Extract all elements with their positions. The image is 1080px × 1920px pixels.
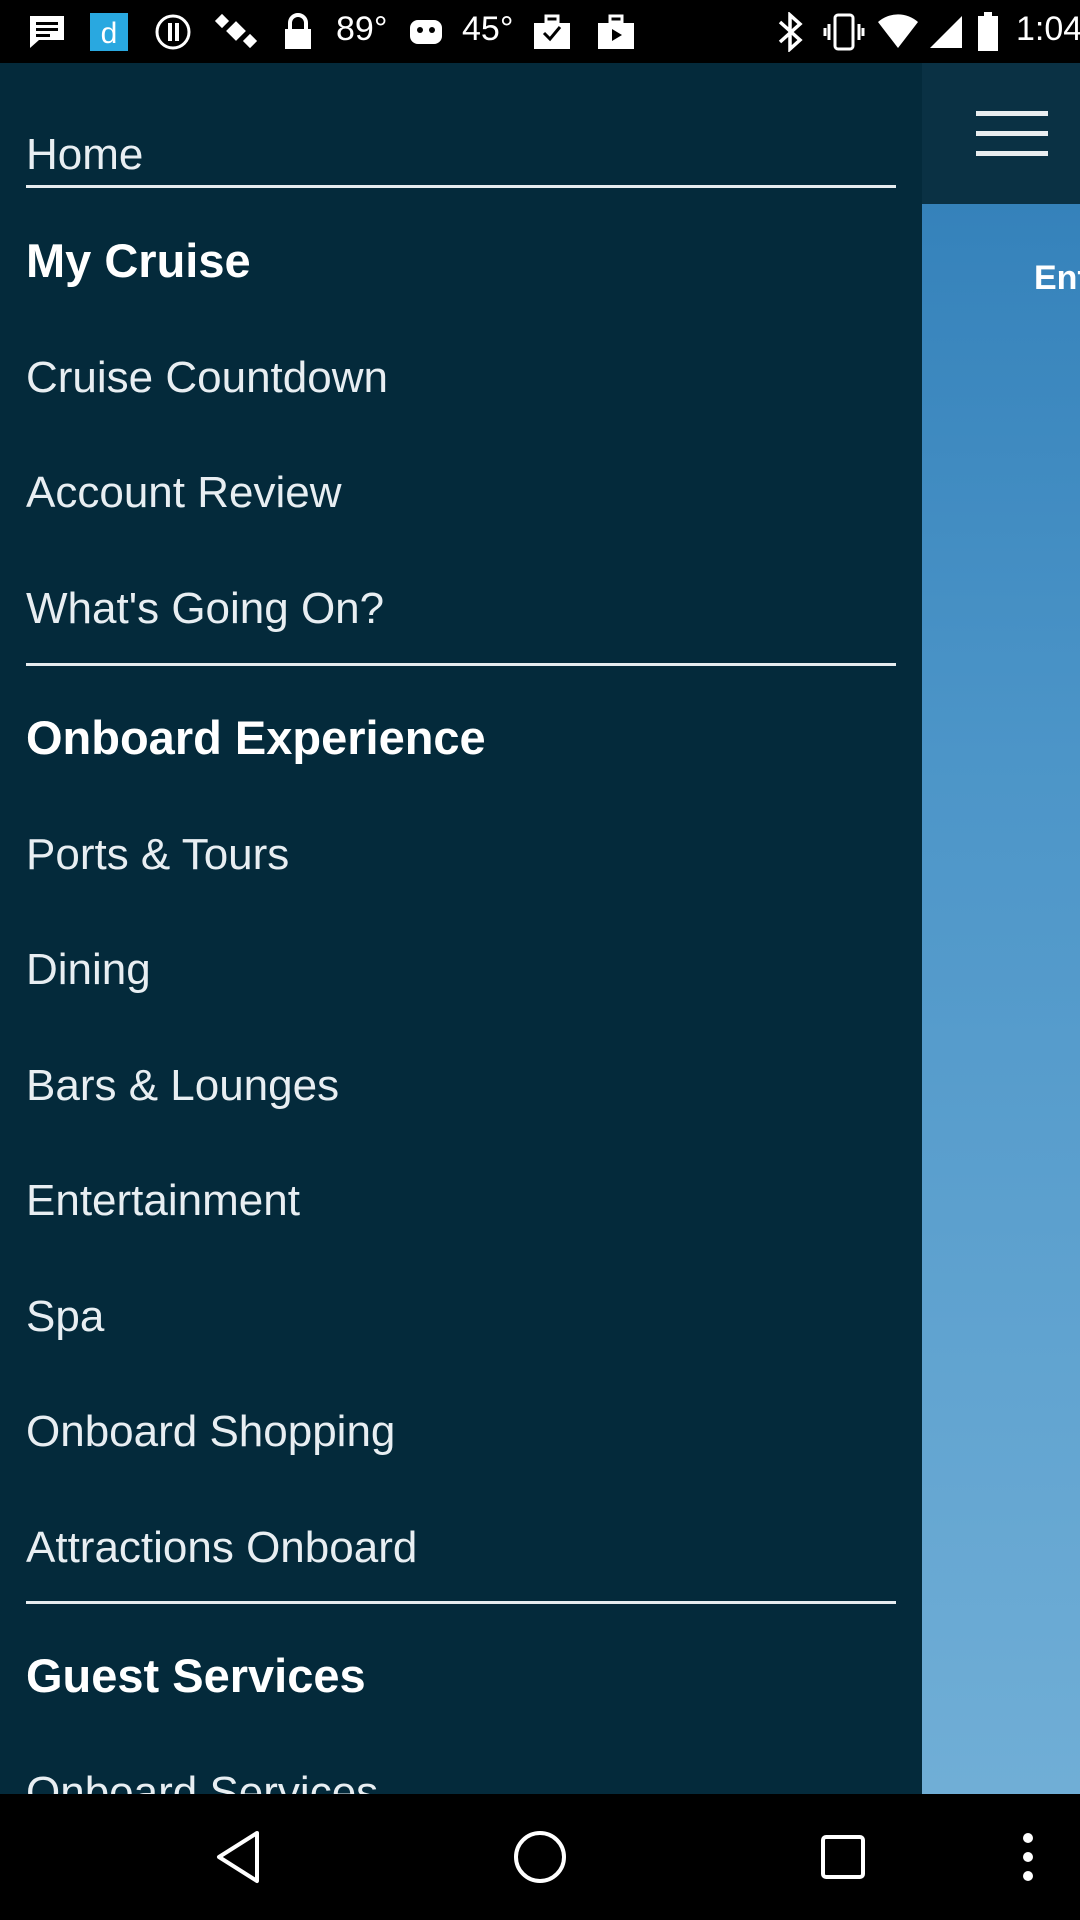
menu-item-home[interactable]: Home	[26, 125, 896, 185]
app-content-peek[interactable]	[922, 63, 1080, 1794]
signal-icon	[926, 12, 966, 52]
menu-item-whats-going-on[interactable]: What's Going On?	[26, 579, 896, 639]
hamburger-menu-icon[interactable]	[972, 103, 1052, 165]
weather-icon	[404, 12, 448, 52]
menu-item-entertainment[interactable]: Entertainment	[26, 1171, 896, 1231]
menu-item-cruise-countdown[interactable]: Cruise Countdown	[26, 348, 896, 408]
menu-item-dining[interactable]: Dining	[26, 940, 896, 1000]
menu-item-ports-tours[interactable]: Ports & Tours	[26, 825, 896, 885]
menu-item-spa[interactable]: Spa	[26, 1287, 896, 1347]
svg-text:d: d	[101, 17, 118, 50]
wifi-icon	[876, 12, 920, 52]
clock: 1:04	[1016, 10, 1080, 48]
menu-item-attractions-onboard[interactable]: Attractions Onboard	[26, 1518, 896, 1578]
more-options-icon[interactable]	[1000, 1827, 1056, 1887]
divider	[26, 663, 896, 666]
battery-icon	[976, 12, 1000, 52]
back-icon[interactable]	[208, 1827, 268, 1887]
bluetooth-icon	[772, 12, 808, 52]
menu-item-bars-lounges[interactable]: Bars & Lounges	[26, 1056, 896, 1116]
check-bag-icon	[530, 12, 574, 52]
navigation-drawer: Home My Cruise Cruise Countdown Account …	[0, 63, 922, 1794]
vibrate-icon	[822, 12, 866, 52]
section-header-onboard-experience: Onboard Experience	[26, 711, 486, 764]
lock-icon	[280, 12, 316, 52]
temperature-1: 89°	[336, 10, 388, 48]
briefcase-icon	[594, 12, 638, 52]
menu-item-account-review[interactable]: Account Review	[26, 463, 896, 523]
app-area: Ent Home My Cruise Cruise Countdown Acco…	[0, 63, 1080, 1794]
divider	[26, 1601, 896, 1604]
home-icon[interactable]	[510, 1827, 570, 1887]
system-nav-bar	[0, 1794, 1080, 1920]
temperature-2: 45°	[462, 10, 514, 48]
app-d-icon: d	[88, 12, 130, 52]
message-icon	[26, 12, 68, 52]
recents-icon[interactable]	[813, 1827, 873, 1887]
status-bar: d 89° 45° 1:04	[0, 0, 1080, 63]
info-icon	[152, 12, 194, 52]
menu-item-onboard-shopping[interactable]: Onboard Shopping	[26, 1402, 896, 1462]
section-header-guest-services: Guest Services	[26, 1649, 366, 1702]
peek-text: Ent	[1034, 259, 1080, 297]
divider	[26, 185, 896, 188]
menu-item-onboard-services[interactable]: Onboard Services	[26, 1763, 896, 1794]
section-header-my-cruise: My Cruise	[26, 234, 251, 287]
satellite-icon	[212, 12, 260, 52]
